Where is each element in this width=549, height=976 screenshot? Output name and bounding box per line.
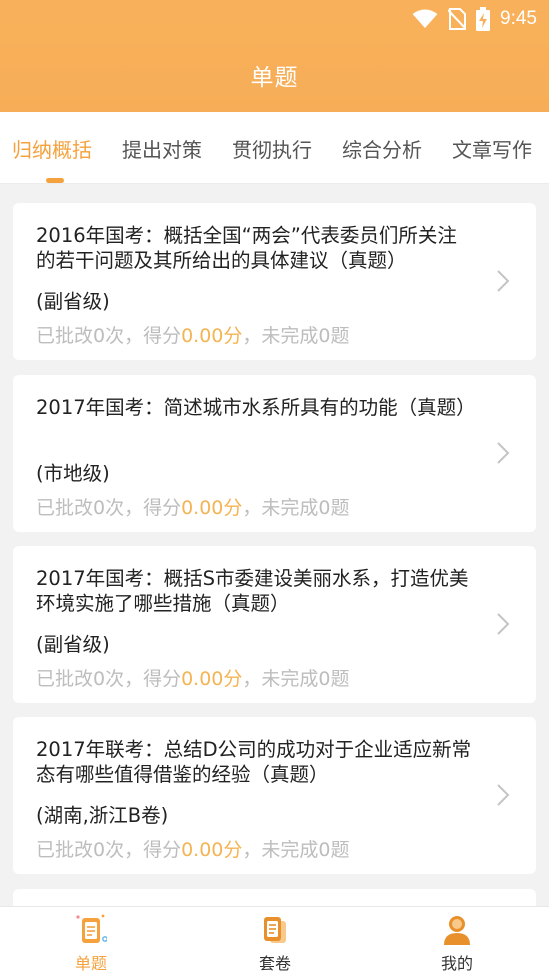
question-title: 2017年国考：概括S市委建设美丽水系，打造优美环境实施了哪些措施（真题） (36, 567, 469, 615)
stats-suffix: ，未完成0题 (242, 839, 350, 861)
question-card[interactable]: 2017年国考：概括S市委建设美丽水系，打造优美环境实施了哪些措施（真题） (副… (13, 546, 536, 703)
status-time: 9:45 (500, 8, 537, 29)
question-title: 2017年联考：总结D公司的成功对于企业适应新常态有哪些值得借鉴的经验（真题） (36, 738, 472, 786)
page-title: 单题 (250, 65, 299, 91)
stats-suffix: ，未完成0题 (242, 325, 350, 347)
paper-set-icon (259, 913, 291, 951)
question-level: (副省级) (36, 633, 110, 656)
question-stats: 已批改0次，得分0.00分，未完成0题 (36, 835, 350, 862)
no-sim-icon (448, 8, 467, 30)
nav-single-question[interactable]: 单题 (31, 907, 151, 976)
tab-countermeasures[interactable]: 提出对策 (122, 134, 202, 163)
single-question-icon (75, 913, 108, 951)
question-level: (湖南,浙江B卷) (36, 804, 169, 827)
tab-essay-writing[interactable]: 文章写作 (452, 134, 532, 163)
question-stats: 已批改0次，得分0.00分，未完成0题 (36, 493, 350, 520)
profile-icon (441, 913, 473, 951)
question-title: 2016年国考：概括全国“两会”代表委员们所关注的若干问题及其所给出的具体建议（… (36, 224, 457, 272)
nav-paper-set[interactable]: 套卷 (215, 907, 335, 976)
nav-label: 单题 (74, 954, 107, 973)
chevron-right-icon (496, 783, 510, 811)
question-stats: 已批改0次，得分0.00分，未完成0题 (36, 321, 350, 348)
question-stats: 已批改0次，得分0.00分，未完成0题 (36, 664, 350, 691)
battery-charging-icon (476, 7, 491, 31)
question-card[interactable]: 2016年国考：概括全国“两会”代表委员们所关注的若干问题及其所给出的具体建议（… (13, 203, 536, 360)
score-value: 0.00分 (181, 668, 243, 690)
stats-prefix: 已批改0次，得分 (36, 497, 182, 519)
chevron-right-icon (496, 269, 510, 297)
tab-implementation[interactable]: 贯彻执行 (232, 134, 312, 163)
score-value: 0.00分 (181, 325, 243, 347)
question-card[interactable]: 2017年联考：总结D公司的成功对于企业适应新常态有哪些值得借鉴的经验（真题） … (13, 717, 536, 874)
chevron-right-icon (496, 441, 510, 469)
stats-prefix: 已批改0次，得分 (36, 668, 182, 690)
question-title: 2017年国考：简述城市水系所具有的功能（真题） (36, 396, 476, 419)
question-card[interactable]: 2017年国考：简述城市水系所具有的功能（真题） (市地级) 已批改0次，得分0… (13, 375, 536, 532)
nav-profile[interactable]: 我的 (397, 907, 517, 976)
score-value: 0.00分 (181, 497, 243, 519)
wifi-icon (412, 9, 438, 29)
stats-suffix: ，未完成0题 (242, 668, 350, 690)
question-level: (副省级) (36, 290, 110, 313)
question-level: (市地级) (36, 462, 110, 485)
chevron-right-icon (496, 612, 510, 640)
nav-label: 我的 (440, 954, 473, 973)
status-bar: 9:45 (412, 6, 537, 32)
tab-summarize[interactable]: 归纳概括 (12, 134, 92, 163)
stats-suffix: ，未完成0题 (242, 497, 350, 519)
app-header: 9:45 单题 (0, 0, 549, 112)
category-tabs: 归纳概括 提出对策 贯彻执行 综合分析 文章写作 (0, 112, 549, 184)
stats-prefix: 已批改0次，得分 (36, 325, 182, 347)
stats-prefix: 已批改0次，得分 (36, 839, 182, 861)
score-value: 0.00分 (181, 839, 243, 861)
nav-label: 套卷 (258, 954, 291, 973)
active-tab-indicator (46, 178, 64, 183)
bottom-navigation: 单题 套卷 我的 (0, 906, 549, 976)
tab-analysis[interactable]: 综合分析 (342, 134, 422, 163)
